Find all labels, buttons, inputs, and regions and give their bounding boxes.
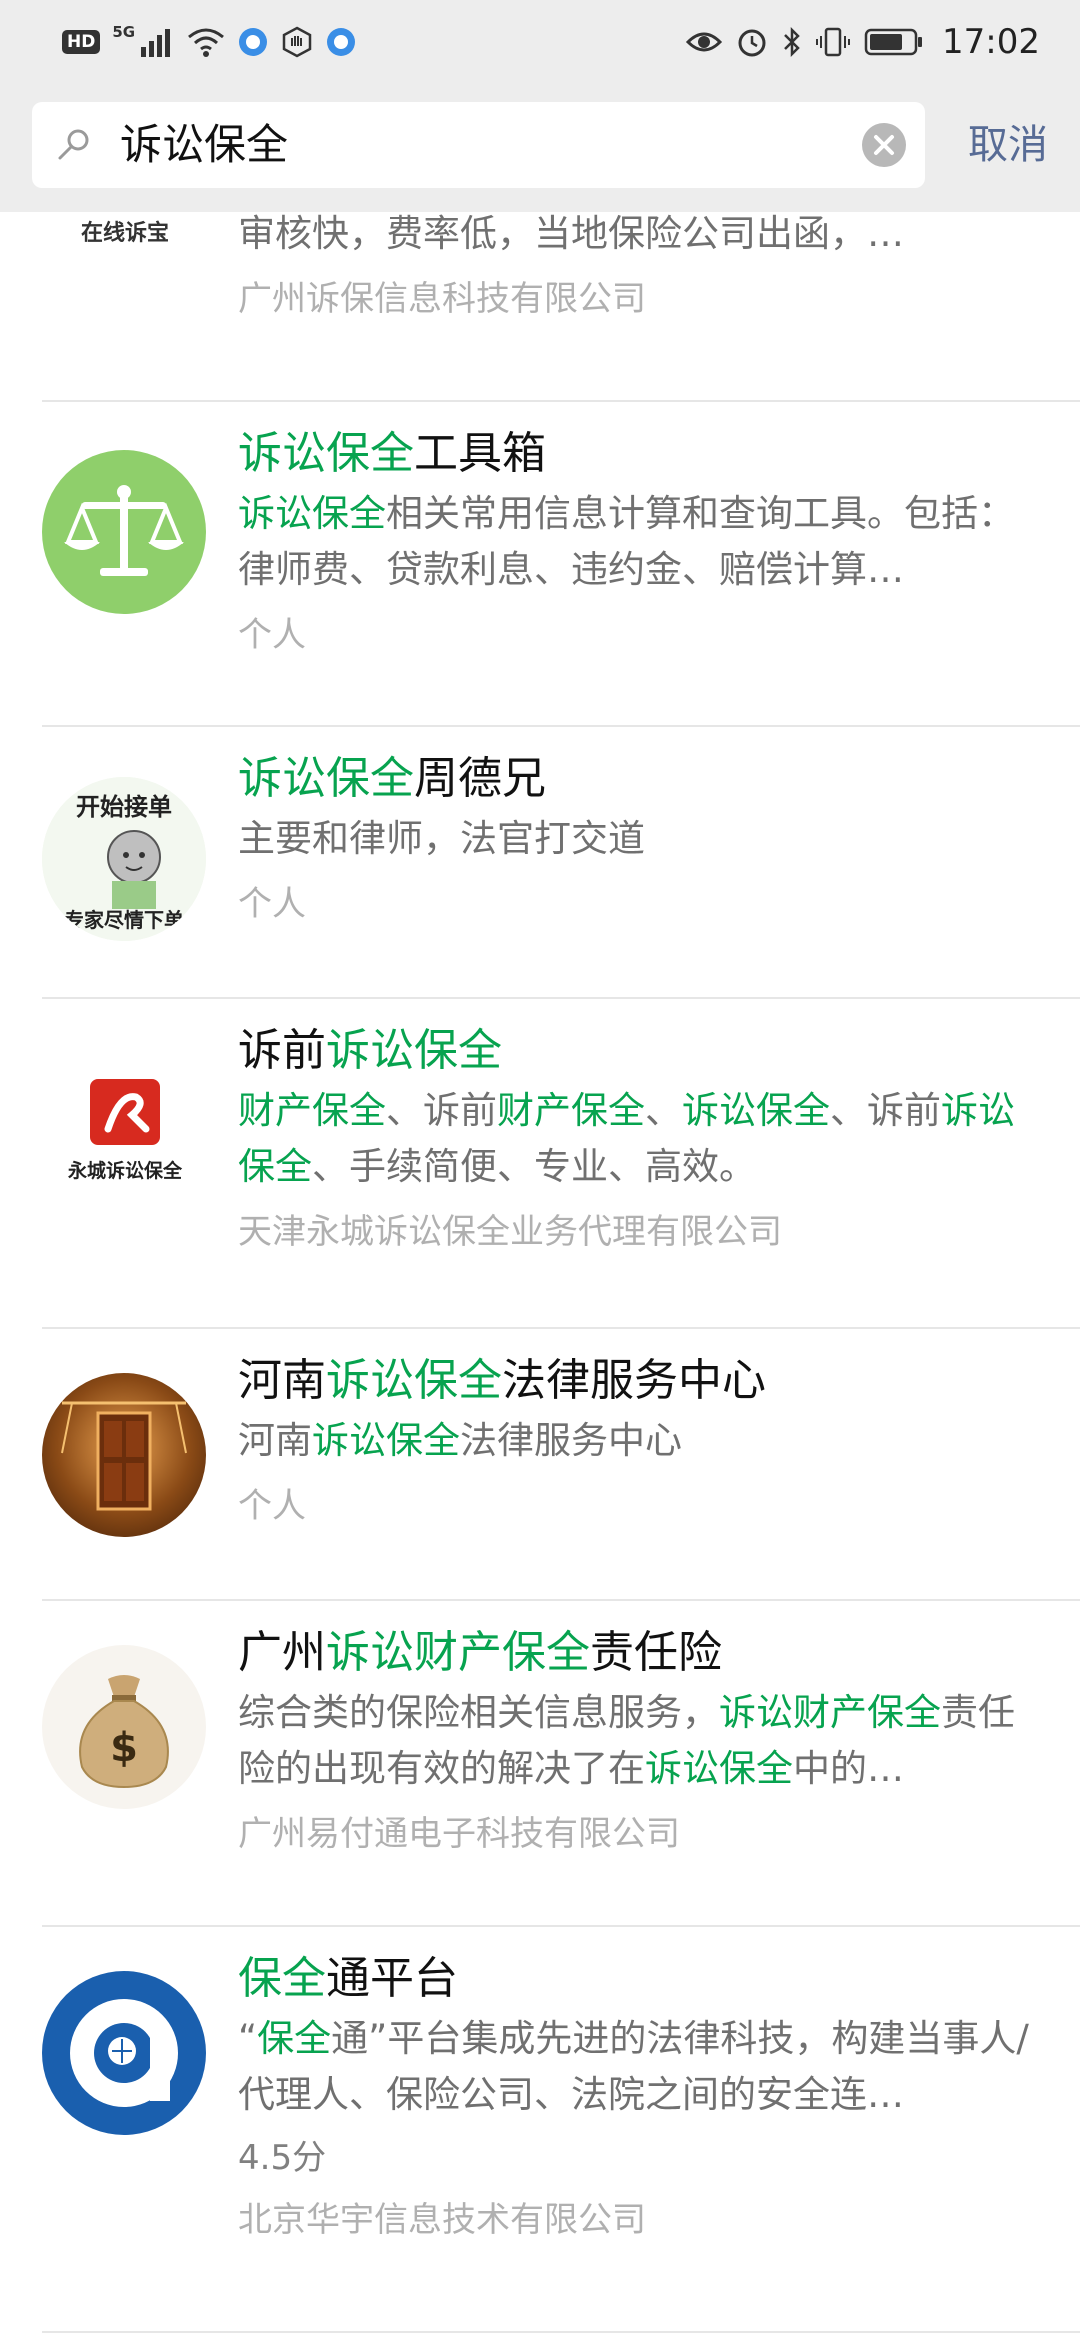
keyword-highlight: 诉讼保全 <box>645 1747 793 1790</box>
result-item-zhoudexiong[interactable]: 开始接单 专家尽情下单 诉讼保全周德兄 主要和律师，法官打交道 个人 <box>0 727 1080 999</box>
text-segment: 工具箱 <box>414 428 546 479</box>
baoquantong-logo-icon <box>70 1999 178 2107</box>
result-publisher: 北京华宇信息技术有限公司 <box>238 2200 646 2240</box>
result-publisher: 个人 <box>238 1486 306 1526</box>
result-item-henan[interactable]: 河南诉讼保全法律服务中心 河南诉讼保全法律服务中心 个人 <box>0 1329 1080 1601</box>
avatar-caption-bottom: 专家尽情下单 <box>64 908 184 932</box>
result-avatar: 开始接单 专家尽情下单 <box>42 777 206 941</box>
result-publisher: 广州诉保信息科技有限公司 <box>238 279 646 319</box>
result-desc: “保全通”平台集成先进的法律科技，构建当事人/代理人、保险公司、法院之间的安全连… <box>238 2011 1038 2123</box>
result-desc: 综合类的保险相关信息服务，诉讼财产保全责任险的出现有效的解决了在诉讼保全中的… <box>238 1685 1038 1797</box>
keyword-highlight: 诉讼保全 <box>238 753 414 804</box>
network-type-label: 5G <box>112 23 136 41</box>
yongcheng-logo-icon: 永城诉讼保全 <box>67 1079 183 1182</box>
bluetooth-icon <box>784 26 800 58</box>
status-bar: HD 5G 17:02 <box>0 0 1080 84</box>
result-title: 诉讼保全工具箱 <box>238 424 1038 484</box>
result-title: 诉前诉讼保全 <box>238 1021 1038 1081</box>
cancel-button[interactable]: 取消 <box>938 102 1048 188</box>
battery-icon <box>864 28 923 56</box>
result-desc: 主要和律师，法官打交道 <box>238 811 1038 867</box>
text-segment: 河南 <box>238 1419 312 1462</box>
result-avatar <box>42 1971 206 2135</box>
result-desc: 诉讼保全相关常用信息计算和查询工具。包括：律师费、贷款利息、违约金、赔偿计算… <box>238 486 1038 598</box>
result-title: 河南诉讼保全法律服务中心 <box>238 1351 1038 1411</box>
result-avatar: $ <box>42 1645 206 1809</box>
result-avatar <box>42 1373 206 1537</box>
text-segment: 综合类的保险相关信息服务， <box>238 1691 719 1734</box>
keyword-highlight: 财产保全 <box>497 1089 645 1132</box>
court-door-icon <box>61 1401 187 1511</box>
text-segment: 河南 <box>238 1355 326 1406</box>
result-desc: 河南诉讼保全法律服务中心 <box>238 1413 1038 1469</box>
result-publisher: 个人 <box>238 615 306 655</box>
result-item-yongcheng[interactable]: 永城诉讼保全 诉前诉讼保全 财产保全、诉前财产保全、诉讼保全、诉前诉讼保全、手续… <box>0 999 1080 1329</box>
search-box[interactable] <box>32 102 925 188</box>
keyword-highlight: 保全 <box>257 2017 332 2060</box>
eye-icon <box>686 32 723 52</box>
search-input[interactable] <box>120 102 860 188</box>
keyword-highlight: 诉讼保全 <box>238 428 414 479</box>
text-segment: 通平台 <box>326 1953 458 2004</box>
result-title: 诉讼保全周德兄 <box>238 749 1038 809</box>
result-publisher: 天津永城诉讼保全业务代理有限公司 <box>238 1212 782 1252</box>
wifi-icon <box>188 28 225 57</box>
keyword-highlight: 诉讼财产保全 <box>326 1627 590 1678</box>
avatar-caption-top: 开始接单 <box>76 793 172 821</box>
keyword-highlight: 诉讼保全 <box>682 1089 830 1132</box>
text-segment: 法律服务中心 <box>460 1419 682 1462</box>
result-publisher: 个人 <box>238 884 306 924</box>
keyword-highlight: 诉讼保全 <box>238 492 386 535</box>
result-rating: 4.5分 <box>238 2138 327 2178</box>
status-time: 17:02 <box>942 22 1040 62</box>
keyword-highlight: 诉讼财产保全 <box>719 1691 941 1734</box>
text-segment: 周德兄 <box>414 753 546 804</box>
keyword-highlight: 诉讼保全 <box>326 1355 502 1406</box>
text-segment: 主要和律师，法官打交道 <box>238 817 645 860</box>
signal-icon <box>141 29 171 57</box>
text-segment: 责任险 <box>590 1627 722 1678</box>
hand-icon <box>282 26 312 58</box>
keyword-highlight: 保全 <box>238 1953 326 2004</box>
app-notify-icon <box>239 28 268 56</box>
cartoon-avatar-icon: 开始接单 专家尽情下单 <box>42 777 206 941</box>
result-item-guangzhou-insurance[interactable]: $ 广州诉讼财产保全责任险 综合类的保险相关信息服务，诉讼财产保全责任险的出现有… <box>0 1601 1080 1927</box>
app-notify-icon <box>327 28 356 56</box>
keyword-highlight: 财产保全 <box>238 1089 386 1132</box>
search-header: 取消 <box>0 84 1080 212</box>
divider <box>42 2331 1080 2333</box>
text-segment: 中的… <box>793 1747 904 1790</box>
keyword-highlight: 诉讼保全 <box>312 1419 460 1462</box>
yongcheng-logo-text: 永城诉讼保全 <box>67 1159 183 1182</box>
susbao-logo-text: 在线诉宝 <box>81 220 169 246</box>
vibrate-icon <box>816 27 851 57</box>
text-segment: 、手续简便、专业、高效。 <box>312 1145 756 1188</box>
text-segment: 诉前 <box>238 1025 326 1076</box>
result-title: 广州诉讼财产保全责任险 <box>238 1623 1038 1683</box>
result-publisher: 广州易付通电子科技有限公司 <box>238 1814 680 1854</box>
result-item-toolbox[interactable]: 诉讼保全工具箱 诉讼保全相关常用信息计算和查询工具。包括：律师费、贷款利息、违约… <box>0 402 1080 727</box>
text-segment: 法律服务中心 <box>502 1355 766 1406</box>
search-icon <box>58 129 89 160</box>
text-segment: “ <box>238 2017 258 2060</box>
result-avatar: 永城诉讼保全 <box>60 1079 190 1189</box>
result-avatar <box>42 450 206 614</box>
result-desc: 财产保全、诉前财产保全、诉讼保全、诉前诉讼保全、手续简便、专业、高效。 <box>238 1083 1038 1195</box>
scales-icon <box>64 485 184 576</box>
result-item-baoquantong[interactable]: 保全通平台 “保全通”平台集成先进的法律科技，构建当事人/代理人、保险公司、法院… <box>0 1927 1080 2340</box>
money-bag-icon: $ <box>79 1675 169 1789</box>
svg-text:$: $ <box>110 1725 138 1771</box>
hd-icon: HD <box>62 30 101 54</box>
result-title: 保全通平台 <box>238 1949 1038 2009</box>
keyword-highlight: 诉讼保全 <box>326 1025 502 1076</box>
clear-icon[interactable] <box>861 122 907 168</box>
text-segment: 通”平台集成先进的法律科技，构建当事人/代理人、保险公司、法院之间的安全连… <box>238 2017 1029 2116</box>
text-segment: 、 <box>645 1089 682 1132</box>
alarm-icon <box>738 29 766 57</box>
text-segment: 、诉前 <box>386 1089 497 1132</box>
text-segment: 广州 <box>238 1627 326 1678</box>
text-segment: 、诉前 <box>830 1089 941 1132</box>
